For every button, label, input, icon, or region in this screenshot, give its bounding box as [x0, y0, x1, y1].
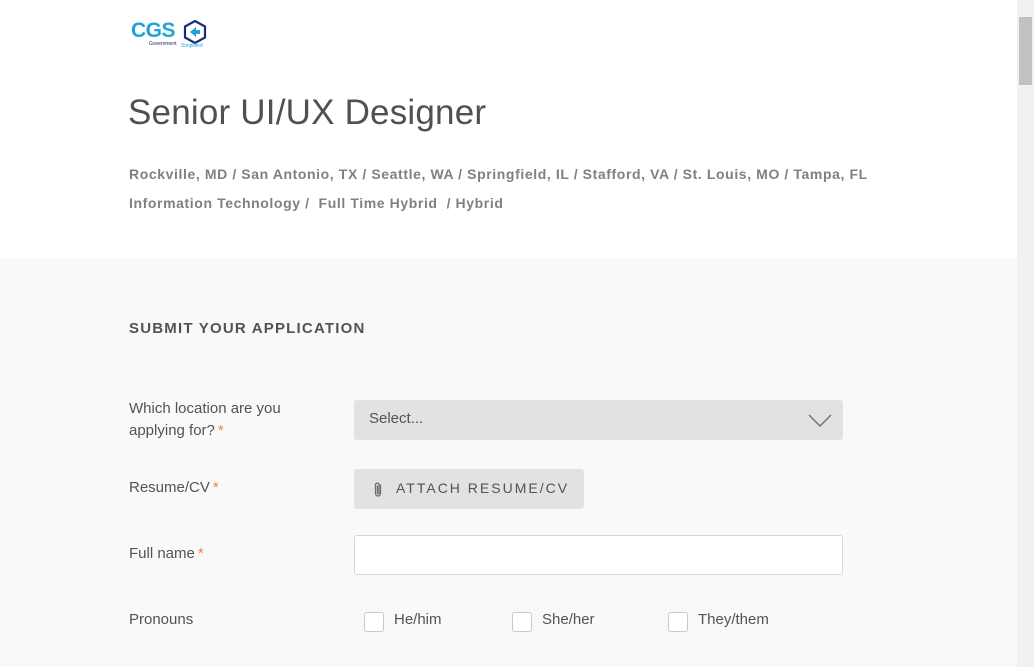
logo-brand: CGS [131, 19, 176, 42]
section-heading: SUBMIT YOUR APPLICATION [129, 320, 366, 337]
hexagon-arrow-icon [183, 20, 207, 44]
they-them-checkbox[interactable] [668, 612, 688, 632]
pronouns-label: Pronouns [129, 611, 194, 628]
she-her-checkbox[interactable] [512, 612, 532, 632]
job-header: CGS Government Simplified Senior UI/UX D… [0, 0, 1017, 258]
location-select-value: Select... [369, 410, 424, 427]
he-him-label: He/him [394, 611, 442, 628]
they-them-label: They/them [698, 611, 769, 628]
attach-resume-button[interactable]: ATTACH RESUME/CV [354, 469, 584, 509]
logo-tagline-2: Simplified [181, 43, 203, 49]
scrollbar-thumb[interactable] [1019, 17, 1032, 85]
job-title: Senior UI/UX Designer [128, 93, 487, 132]
he-him-checkbox[interactable] [364, 612, 384, 632]
page-scrollbar[interactable] [1017, 0, 1034, 667]
location-field-label: Which location are you applying for? * [129, 398, 281, 442]
required-marker: * [217, 422, 224, 439]
full-name-input[interactable] [354, 535, 843, 575]
location-label-line1: Which location are you [129, 400, 281, 417]
full-name-label: Full name [129, 545, 195, 562]
attach-resume-label: ATTACH RESUME/CV [396, 480, 570, 496]
name-field-label: Full name * [129, 543, 204, 565]
resume-label: Resume/CV [129, 479, 210, 496]
location-select[interactable]: Select... [354, 400, 843, 440]
location-label-line2: applying for? [129, 422, 215, 439]
logo-tagline-1: Government [149, 41, 177, 47]
job-locations: Rockville, MD / San Antonio, TX / Seattl… [129, 166, 868, 182]
page: CGS Government Simplified Senior UI/UX D… [0, 0, 1034, 667]
application-form: SUBMIT YOUR APPLICATION Which location a… [0, 258, 1017, 667]
she-her-label: She/her [542, 611, 595, 628]
required-marker: * [197, 545, 204, 562]
resume-field-label: Resume/CV * [129, 477, 219, 499]
required-marker: * [212, 479, 219, 496]
job-categories: Information Technology / Full Time Hybri… [129, 195, 504, 211]
company-logo[interactable]: CGS Government Simplified [131, 18, 211, 52]
paperclip-icon [374, 482, 382, 497]
chevron-down-icon [808, 414, 832, 427]
